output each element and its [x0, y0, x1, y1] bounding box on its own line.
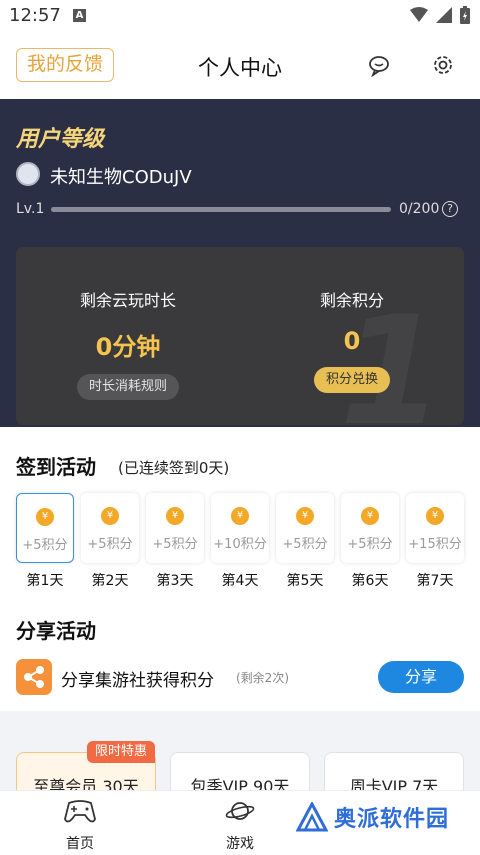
points-exchange-button[interactable]: 积分兑换 — [313, 367, 390, 393]
status-icons — [410, 6, 470, 24]
username: 未知生物CODuJV — [50, 167, 192, 188]
planet-icon — [225, 802, 255, 820]
points-value: 0 — [343, 327, 361, 355]
checkin-day-points: +5积分 — [282, 537, 328, 552]
checkin-day-card[interactable]: ¥ +5积分 — [146, 493, 204, 563]
coin-icon: ¥ — [36, 508, 54, 526]
share-remaining: (剩余2次) — [236, 671, 289, 685]
checkin-day-card[interactable]: ¥ +10积分 — [211, 493, 269, 563]
header: 我的反馈 个人中心 — [0, 32, 480, 99]
time-rule-button[interactable]: 时长消耗规则 — [76, 374, 179, 400]
user-level-panel: 用户等级 未知生物CODuJV Lv.1 0/200 ? 1 剩余云玩时长 0分… — [0, 99, 480, 427]
coin-icon: ¥ — [101, 507, 119, 525]
watermark-logo-icon — [296, 802, 328, 832]
tab-home[interactable]: 首页 — [40, 799, 120, 853]
tab-home-label: 首页 — [66, 836, 94, 852]
checkin-day-label: 第1天 — [26, 573, 64, 589]
bottom-tab-bar: 首页 游戏 奥派软件园 — [0, 790, 480, 855]
checkin-day-points: +10积分 — [213, 537, 267, 552]
signal-icon — [436, 7, 452, 23]
checkin-day-card[interactable]: ¥ +5积分 — [276, 493, 334, 563]
gamepad-icon — [64, 800, 96, 823]
level-title: 用户等级 — [16, 127, 105, 152]
level-progress-bar — [51, 207, 391, 212]
checkin-day-label: 第4天 — [221, 573, 259, 589]
checkin-day-points: +5积分 — [22, 538, 68, 553]
share-text: 分享集游社获得积分 — [61, 671, 214, 691]
checkin-day-card[interactable]: ¥ +15积分 — [406, 493, 464, 563]
coin-icon: ¥ — [231, 507, 249, 525]
checkin-day-card[interactable]: ¥ +5积分 — [16, 493, 74, 563]
checkin-day-label: 第5天 — [286, 573, 324, 589]
notification-icon: A — [73, 9, 86, 22]
activities-section: 签到活动 (已连续签到0天) ¥ +5积分第1天 ¥ +5积分第2天 ¥ +5积分第3天 ¥… — [0, 427, 480, 711]
checkin-day-points: +5积分 — [152, 537, 198, 552]
coin-icon: ¥ — [426, 507, 444, 525]
checkin-day-card[interactable]: ¥ +5积分 — [341, 493, 399, 563]
cloud-time-value: 0分钟 — [95, 333, 161, 361]
checkin-day-card[interactable]: ¥ +5积分 — [81, 493, 139, 563]
limited-offer-badge: 限时特惠 — [86, 741, 155, 763]
avatar[interactable] — [16, 162, 40, 186]
tab-games-label: 游戏 — [226, 836, 254, 852]
level-label: Lv.1 — [16, 201, 45, 217]
share-button[interactable]: 分享 — [378, 661, 464, 693]
coin-icon: ¥ — [361, 507, 379, 525]
wifi-icon — [410, 7, 428, 22]
checkin-day-points: +5积分 — [347, 537, 393, 552]
checkin-day-points: +15积分 — [408, 537, 462, 552]
chat-bubble-icon[interactable] — [367, 53, 391, 77]
coin-icon: ¥ — [296, 507, 314, 525]
gear-icon[interactable] — [431, 53, 455, 77]
help-icon[interactable]: ? — [442, 201, 458, 217]
status-bar: 12:57 A — [0, 0, 480, 32]
battery-icon — [460, 6, 470, 24]
cloud-time-label: 剩余云玩时长 — [79, 291, 176, 310]
watermark: 奥派软件园 — [296, 801, 449, 833]
tab-games[interactable]: 游戏 — [200, 799, 280, 853]
level-progress-text: 0/200 — [399, 201, 440, 217]
watermark-text: 奥派软件园 — [334, 807, 450, 832]
checkin-day-label: 第2天 — [91, 573, 129, 589]
checkin-day-points: +5积分 — [87, 537, 133, 552]
points-stat: 剩余积分 0 积分兑换 — [240, 287, 464, 393]
share-title: 分享活动 — [16, 619, 96, 643]
status-time: 12:57 — [9, 5, 61, 26]
stats-card: 1 剩余云玩时长 0分钟 时长消耗规则 剩余积分 0 积分兑换 — [16, 247, 464, 425]
checkin-day-label: 第3天 — [156, 573, 194, 589]
vip-cards: 至尊会员 30天 限时特惠 包季VIP 90天 周卡VIP 7天 — [0, 741, 480, 802]
page-title: 个人中心 — [198, 56, 282, 80]
share-icon — [24, 666, 44, 688]
cloud-time-stat: 剩余云玩时长 0分钟 时长消耗规则 — [16, 287, 240, 400]
points-label: 剩余积分 — [319, 291, 384, 310]
checkin-day-label: 第6天 — [351, 573, 389, 589]
share-app-icon — [16, 659, 52, 695]
checkin-title: 签到活动 — [16, 455, 96, 479]
coin-icon: ¥ — [166, 507, 184, 525]
checkin-subtitle: (已连续签到0天) — [118, 459, 230, 477]
checkin-day-label: 第7天 — [416, 573, 454, 589]
